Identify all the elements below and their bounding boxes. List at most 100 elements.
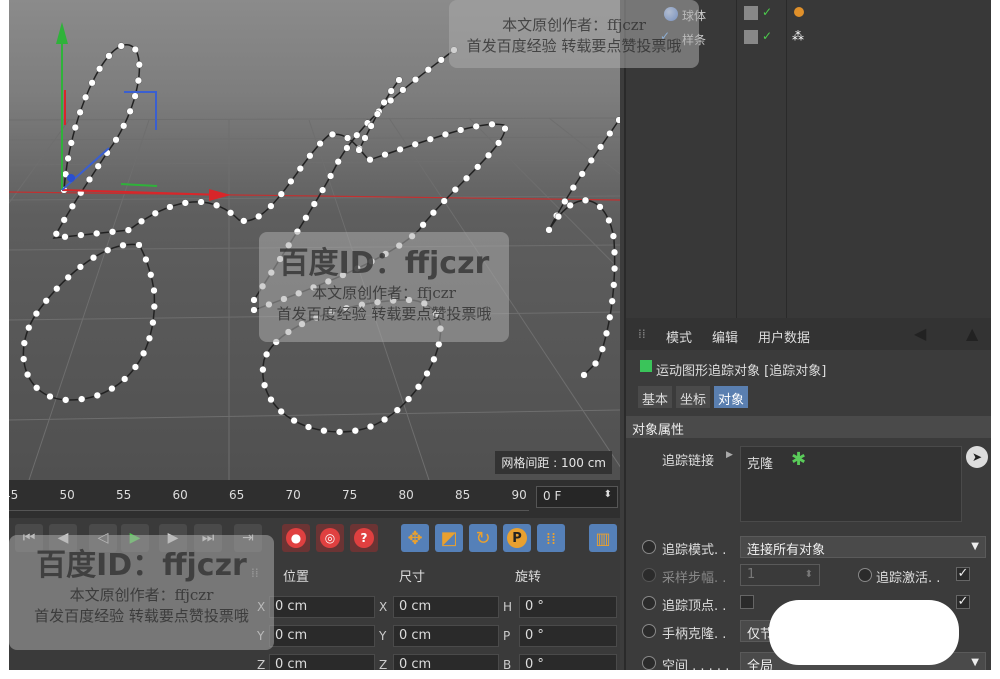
spline-point[interactable] xyxy=(302,214,310,222)
spline-point[interactable] xyxy=(373,110,382,118)
trace-mode-dropdown[interactable]: 连接所有对象 ▼ xyxy=(740,536,986,558)
spline-point[interactable] xyxy=(440,197,448,205)
spline-point[interactable] xyxy=(52,230,60,238)
trace-active-radio[interactable] xyxy=(858,568,872,582)
spline-point[interactable] xyxy=(554,212,563,221)
spline-point[interactable] xyxy=(596,203,604,211)
rotation-field[interactable]: 0 ° xyxy=(519,654,617,670)
size-field[interactable]: 0 cm xyxy=(393,625,499,647)
spline-point[interactable] xyxy=(134,76,143,85)
spline-point[interactable] xyxy=(85,175,94,184)
spline-point[interactable] xyxy=(94,162,102,170)
trace-vertices-checkbox[interactable] xyxy=(740,595,754,609)
spline-point[interactable] xyxy=(396,145,404,154)
spline-point[interactable] xyxy=(68,202,77,210)
trace-active-checkbox[interactable]: ✓ xyxy=(956,567,970,581)
rotation-field[interactable]: 0 ° xyxy=(519,625,617,647)
tab-object[interactable]: 对象 xyxy=(714,386,749,408)
spline-point[interactable] xyxy=(399,86,407,94)
secondary-checkbox[interactable]: ✓ xyxy=(956,595,970,609)
position-field[interactable]: 0 cm xyxy=(269,625,375,647)
enabled-check-icon[interactable]: ✓ xyxy=(762,5,772,19)
spline-point[interactable] xyxy=(501,124,509,133)
menu-edit[interactable]: 编辑 xyxy=(712,327,738,346)
spline-point[interactable] xyxy=(355,146,363,154)
spline-point[interactable] xyxy=(226,209,235,217)
spline-point[interactable] xyxy=(262,350,271,359)
spline-point[interactable] xyxy=(411,75,420,84)
spline-point[interactable] xyxy=(429,209,438,217)
spline-point[interactable] xyxy=(580,371,588,379)
size-field[interactable]: 0 cm xyxy=(393,654,499,670)
spline-point[interactable] xyxy=(380,98,388,107)
scale-tool-button[interactable]: ◩ xyxy=(435,524,463,552)
spline-point[interactable] xyxy=(150,286,158,295)
size-field[interactable]: 0 cm xyxy=(393,596,499,618)
spline-point[interactable] xyxy=(67,139,75,147)
spline-point[interactable] xyxy=(149,318,157,327)
spline-point[interactable] xyxy=(423,369,431,378)
spline-point[interactable] xyxy=(71,123,79,132)
up-arrow-icon[interactable]: ▲ xyxy=(966,324,978,343)
spline-point[interactable] xyxy=(380,415,389,424)
spline-point[interactable] xyxy=(598,345,607,353)
spline-point[interactable] xyxy=(287,177,295,186)
spline-point[interactable] xyxy=(335,428,344,436)
spline-point[interactable] xyxy=(76,108,84,116)
spline-point[interactable] xyxy=(411,140,419,148)
spline-point[interactable] xyxy=(290,416,298,425)
spline-point[interactable] xyxy=(88,79,96,87)
spline-point[interactable] xyxy=(20,339,28,347)
spline-point[interactable] xyxy=(135,241,143,249)
spline-point[interactable] xyxy=(569,183,577,192)
spline-point[interactable] xyxy=(387,87,395,95)
position-field[interactable]: 0 cm xyxy=(269,596,375,618)
spline-point[interactable] xyxy=(591,359,600,368)
spline-point[interactable] xyxy=(316,139,324,148)
spline-point[interactable] xyxy=(64,154,72,163)
trace-mode-radio[interactable] xyxy=(642,540,656,554)
spline-point[interactable] xyxy=(267,395,275,404)
layer-icon[interactable] xyxy=(744,30,758,44)
spline-point[interactable] xyxy=(166,203,174,211)
spline-point[interactable] xyxy=(147,271,155,279)
spline-point[interactable] xyxy=(93,391,101,400)
spline-point[interactable] xyxy=(441,130,450,139)
spline-point[interactable] xyxy=(361,134,369,142)
spline-point[interactable] xyxy=(326,172,335,180)
menu-mode[interactable]: 模式 xyxy=(666,327,692,346)
spline-point[interactable] xyxy=(124,226,133,234)
spline-point[interactable] xyxy=(404,395,413,403)
spline-point[interactable] xyxy=(414,383,423,391)
spline-point[interactable] xyxy=(605,216,613,225)
spline-point[interactable] xyxy=(610,248,619,256)
film-strip-button[interactable]: ▥ xyxy=(589,524,617,552)
spline-point[interactable] xyxy=(395,76,403,84)
spline-point[interactable] xyxy=(484,151,493,159)
spline-point[interactable] xyxy=(334,158,342,166)
spline-point[interactable] xyxy=(250,296,258,304)
spline-point[interactable] xyxy=(387,96,395,105)
spline-point[interactable] xyxy=(351,427,359,435)
position-field[interactable]: 0 cm xyxy=(269,654,375,670)
spline-point[interactable] xyxy=(131,92,139,100)
timeline-ruler[interactable]: 45 50 55 60 65 70 75 80 85 90 0 F ⬍ xyxy=(9,480,620,518)
spline-point[interactable] xyxy=(545,226,553,234)
spline-point[interactable] xyxy=(62,396,70,404)
spline-point[interactable] xyxy=(77,231,85,239)
spline-point[interactable] xyxy=(151,209,159,217)
key-help-button[interactable]: ? xyxy=(350,524,378,552)
spline-point[interactable] xyxy=(53,285,61,293)
spline-point[interactable] xyxy=(42,297,50,305)
spline-point[interactable] xyxy=(60,216,68,224)
spline-point[interactable] xyxy=(566,201,574,210)
current-frame-field[interactable]: 0 F ⬍ xyxy=(536,486,618,508)
spline-point[interactable] xyxy=(451,185,459,194)
spline-point[interactable] xyxy=(61,233,69,241)
spline-point[interactable] xyxy=(367,122,375,130)
spline-point[interactable] xyxy=(105,52,113,60)
spline-point[interactable] xyxy=(328,130,337,139)
spline-point[interactable] xyxy=(343,144,351,152)
spline-point[interactable] xyxy=(135,61,143,69)
trace-link-list[interactable]: 克隆 ✱ xyxy=(740,446,962,522)
